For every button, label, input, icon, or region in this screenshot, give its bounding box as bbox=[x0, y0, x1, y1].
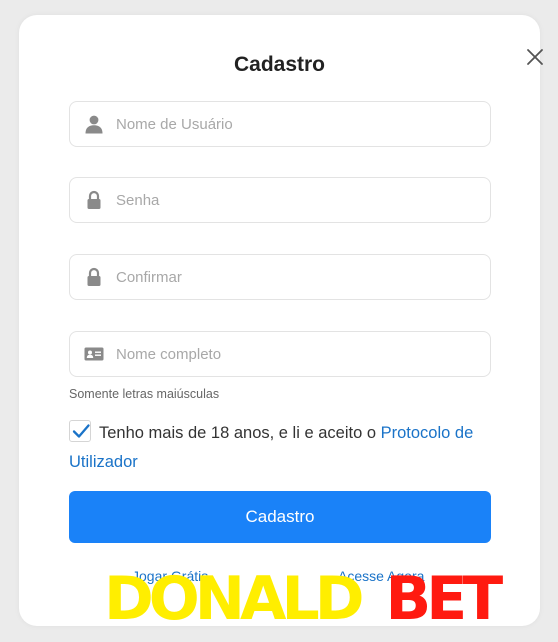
brand-watermark: DONALD BET bbox=[104, 564, 504, 634]
agreement-checkbox[interactable] bbox=[69, 420, 91, 442]
lock-icon bbox=[87, 190, 101, 209]
confirm-password-input[interactable] bbox=[116, 255, 476, 299]
id-card-icon bbox=[84, 347, 104, 361]
lock-icon bbox=[87, 267, 101, 286]
watermark-bet: BET bbox=[385, 564, 504, 634]
fullname-input[interactable] bbox=[116, 332, 476, 376]
fullname-hint: Somente letras maiúsculas bbox=[69, 387, 220, 401]
user-icon bbox=[85, 115, 103, 134]
agreement-text: Tenho mais de 18 anos, e li e aceito o bbox=[99, 424, 381, 442]
dialog-title: Cadastro bbox=[233, 53, 326, 76]
checkmark-icon bbox=[72, 424, 90, 438]
watermark-donald: DONALD bbox=[104, 564, 364, 634]
fullname-field[interactable] bbox=[69, 331, 491, 377]
close-icon[interactable] bbox=[524, 46, 546, 68]
username-field[interactable] bbox=[69, 101, 491, 147]
password-input[interactable] bbox=[116, 178, 476, 222]
age-agreement: Tenho mais de 18 anos, e li e aceito o P… bbox=[69, 419, 499, 477]
register-button[interactable]: Cadastro bbox=[69, 491, 491, 543]
confirm-password-field[interactable] bbox=[69, 254, 491, 300]
username-input[interactable] bbox=[116, 102, 476, 146]
password-field[interactable] bbox=[69, 177, 491, 223]
